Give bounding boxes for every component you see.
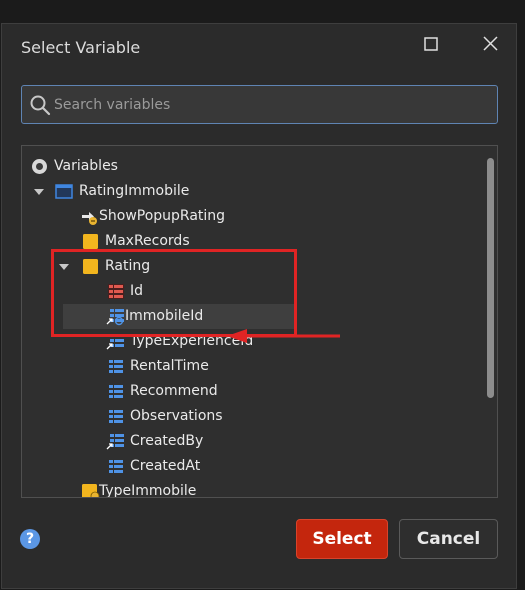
attribute-icon: [109, 460, 123, 473]
folder-yellow-icon: [83, 234, 98, 249]
select-variable-dialog: Select Variable Variables: [1, 23, 517, 589]
attribute-icon: [109, 410, 123, 423]
close-icon: [483, 36, 498, 51]
maximize-icon: [424, 37, 438, 51]
radio-icon: [32, 159, 47, 174]
tree-item-label: Recommend: [130, 383, 218, 399]
expand-arrow-icon[interactable]: [34, 187, 44, 197]
annotation-arrow-icon: [227, 329, 340, 343]
tree-item-createdby[interactable]: CreatedBy: [22, 429, 484, 454]
tree-item-label: RentalTime: [130, 358, 209, 374]
tree-item-label: Observations: [130, 408, 223, 424]
tree-scrollbar-thumb[interactable]: [487, 158, 494, 398]
variable-tree[interactable]: Variables RatingImmobile ShowPopupRating: [21, 145, 498, 498]
window-icon: [55, 184, 73, 199]
attribute-icon: [109, 360, 123, 373]
attribute-reference-icon: [106, 334, 124, 350]
select-button[interactable]: Select: [296, 519, 388, 559]
tree-item-rentaltime[interactable]: RentalTime: [22, 354, 484, 379]
cancel-button[interactable]: Cancel: [399, 519, 498, 559]
expand-arrow-icon[interactable]: [59, 262, 69, 272]
tree-item-rating[interactable]: Rating: [22, 254, 484, 279]
tree-item-label: TypeImmobile: [99, 483, 197, 498]
tree-item-label: ShowPopupRating: [99, 208, 226, 224]
attribute-id-icon: [108, 284, 124, 299]
tree-item-variables[interactable]: Variables: [22, 154, 484, 179]
tree-item-observations[interactable]: Observations: [22, 404, 484, 429]
help-icon[interactable]: ?: [20, 529, 40, 549]
tree-item-label: MaxRecords: [105, 233, 190, 249]
tree-item-label: Id: [130, 283, 144, 299]
tree-item-immobileid[interactable]: ImmobileId: [63, 304, 296, 329]
tree-item-createdat[interactable]: CreatedAt: [22, 454, 484, 479]
tree-item-recommend[interactable]: Recommend: [22, 379, 484, 404]
search-box[interactable]: [21, 85, 498, 124]
folder-yellow-icon: [83, 259, 98, 274]
maximize-button[interactable]: [418, 32, 444, 58]
folder-yellow-icon: [82, 484, 100, 497]
attribute-reference-icon: [106, 309, 124, 326]
action-icon: [82, 212, 97, 225]
tree-item-typeimmobile[interactable]: TypeImmobile: [22, 479, 484, 498]
tree-item-label: ImmobileId: [125, 308, 204, 324]
tree-item-showpopuprating[interactable]: ShowPopupRating: [22, 204, 484, 229]
attribute-reference-icon: [106, 434, 124, 450]
tree-item-label: RatingImmobile: [79, 183, 190, 199]
tree-item-ratingimmobile[interactable]: RatingImmobile: [22, 179, 484, 204]
tree-item-label: Rating: [105, 258, 151, 274]
tree-item-maxrecords[interactable]: MaxRecords: [22, 229, 484, 254]
attribute-icon: [109, 385, 123, 398]
close-button[interactable]: [477, 32, 503, 58]
tree-item-label: CreatedAt: [130, 458, 201, 474]
tree-item-id[interactable]: Id: [22, 279, 484, 304]
search-icon: [30, 95, 51, 116]
tree-item-label: Variables: [54, 158, 118, 174]
search-input[interactable]: [54, 86, 484, 123]
dialog-title: Select Variable: [21, 38, 141, 57]
tree-item-label: CreatedBy: [130, 433, 204, 449]
